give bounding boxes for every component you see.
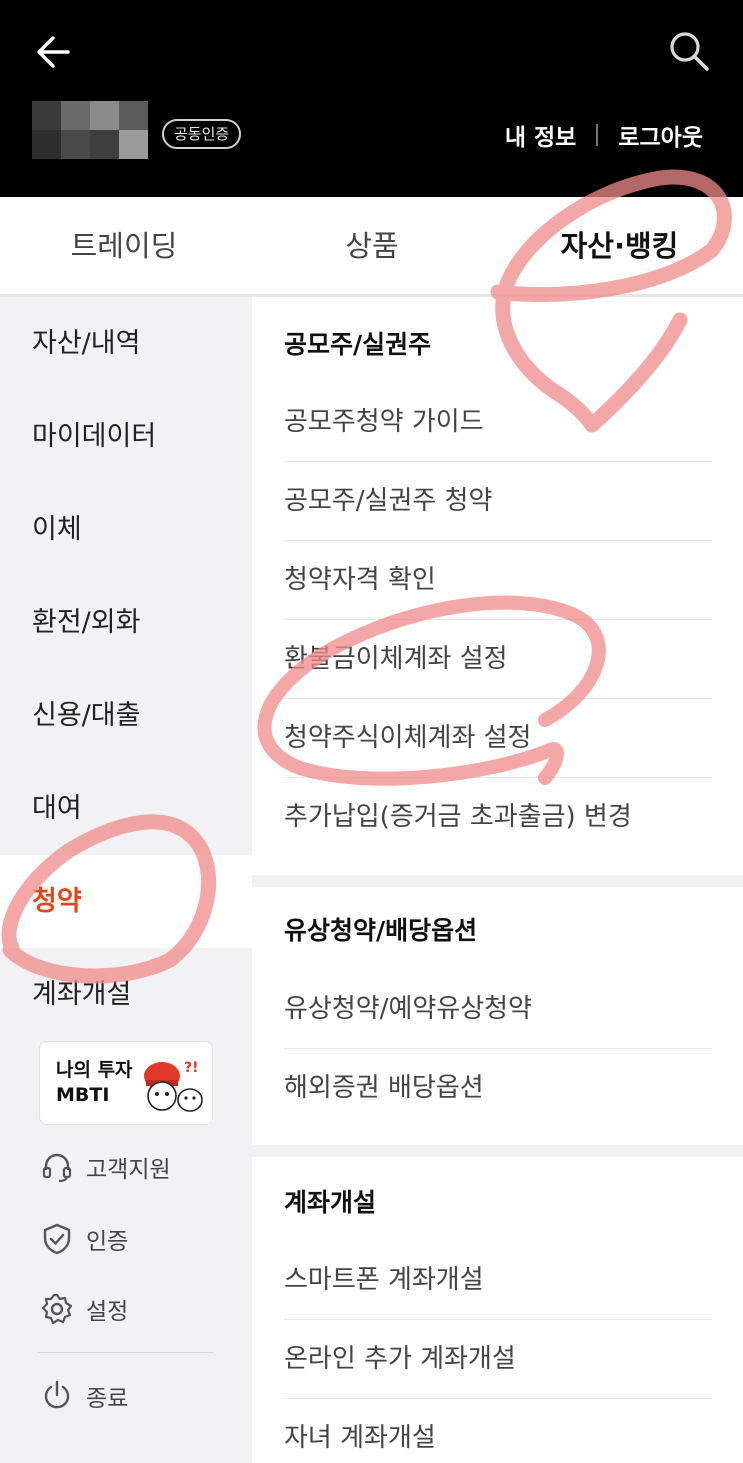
headset-icon <box>42 1153 72 1183</box>
search-button[interactable] <box>666 28 712 74</box>
power-icon <box>44 1380 70 1409</box>
category-tabs: 트레이딩 상품 자산·뱅킹 <box>0 197 743 300</box>
settings-button[interactable]: 설정 <box>40 1287 128 1331</box>
shield-check-icon <box>43 1223 71 1255</box>
character-illustration: ?! <box>144 1060 203 1112</box>
sidebar-item-exchange[interactable]: 환전/외화 <box>0 576 252 669</box>
section-divider <box>252 1145 743 1157</box>
sidebar-item-assets[interactable]: 자산/내역 <box>0 297 252 390</box>
logout-link[interactable]: 로그아웃 <box>618 118 703 152</box>
menu-item-smartphone-account[interactable]: 스마트폰 계좌개설 <box>284 1241 712 1320</box>
menu-content: 공모주/실권주 공모주청약 가이드 공모주/실권주 청약 청약자격 확인 환불금… <box>252 297 743 1463</box>
back-button[interactable] <box>34 32 74 72</box>
exit-label: 종료 <box>86 1386 129 1412</box>
section-divider <box>252 875 743 887</box>
sidebar-item-transfer[interactable]: 이체 <box>0 483 252 576</box>
menu-item-online-additional-account[interactable]: 온라인 추가 계좌개설 <box>284 1320 712 1399</box>
tab-products[interactable]: 상품 <box>248 197 496 297</box>
customer-support-label: 고객지원 <box>86 1157 171 1183</box>
divider <box>38 1352 214 1353</box>
menu-item-refund-account[interactable]: 환불금이체계좌 설정 <box>284 620 712 699</box>
menu-item-dividend-option[interactable]: 해외증권 배당옵션 <box>284 1049 712 1128</box>
customer-support-button[interactable]: 고객지원 <box>40 1145 171 1189</box>
certification-button[interactable]: 인증 <box>40 1217 128 1261</box>
tab-assets-banking[interactable]: 자산·뱅킹 <box>496 197 743 300</box>
menu-item-stock-transfer-account[interactable]: 청약주식이체계좌 설정 <box>284 699 712 778</box>
mbti-banner[interactable]: 나의 투자 MBTI ?! <box>39 1041 213 1125</box>
menu-item-additional-payment[interactable]: 추가납입(증거금 초과출금) 변경 <box>284 778 712 857</box>
mbti-banner-text: 나의 투자 MBTI <box>56 1059 133 1106</box>
certificate-badge: 공동인증 <box>162 119 242 149</box>
menu-item-ipo-guide[interactable]: 공모주청약 가이드 <box>284 383 712 462</box>
search-icon <box>670 32 709 71</box>
exit-button[interactable]: 종료 <box>40 1374 128 1418</box>
section-title-account-opening: 계좌개설 <box>284 1188 377 1217</box>
arrow-left-icon <box>37 36 70 68</box>
svg-text:?!: ?! <box>184 1060 199 1076</box>
menu-item-child-account[interactable]: 자녀 계좌개설 <box>284 1399 712 1463</box>
section-title-rights-offering: 유상청약/배당옵션 <box>284 916 478 945</box>
sidebar-item-account-opening[interactable]: 계좌개설 <box>0 948 252 1041</box>
divider <box>596 124 599 146</box>
gear-icon <box>41 1293 73 1325</box>
menu-item-ipo-subscription[interactable]: 공모주/실권주 청약 <box>284 462 712 541</box>
my-info-link[interactable]: 내 정보 <box>505 118 577 152</box>
settings-label: 설정 <box>86 1299 129 1325</box>
app-header: 공동인증 내 정보 로그아웃 <box>0 0 743 197</box>
user-links: 내 정보 로그아웃 <box>505 118 703 152</box>
sidebar-item-mydata[interactable]: 마이데이터 <box>0 390 252 483</box>
sidebar-item-credit-loan[interactable]: 신용/대출 <box>0 669 252 762</box>
certification-label: 인증 <box>86 1229 129 1255</box>
tab-trading[interactable]: 트레이딩 <box>0 197 248 297</box>
sidebar: 자산/내역 마이데이터 이체 환전/외화 신용/대출 대여 청약 계좌개설 나의… <box>0 297 252 1463</box>
menu-item-eligibility-check[interactable]: 청약자격 확인 <box>284 541 712 620</box>
sidebar-item-subscription[interactable]: 청약 <box>0 855 252 948</box>
section-title-ipo: 공모주/실권주 <box>284 330 432 359</box>
avatar <box>32 101 148 159</box>
menu-item-rights-offering[interactable]: 유상청약/예약유상청약 <box>284 970 712 1049</box>
sidebar-item-lending[interactable]: 대여 <box>0 762 252 855</box>
